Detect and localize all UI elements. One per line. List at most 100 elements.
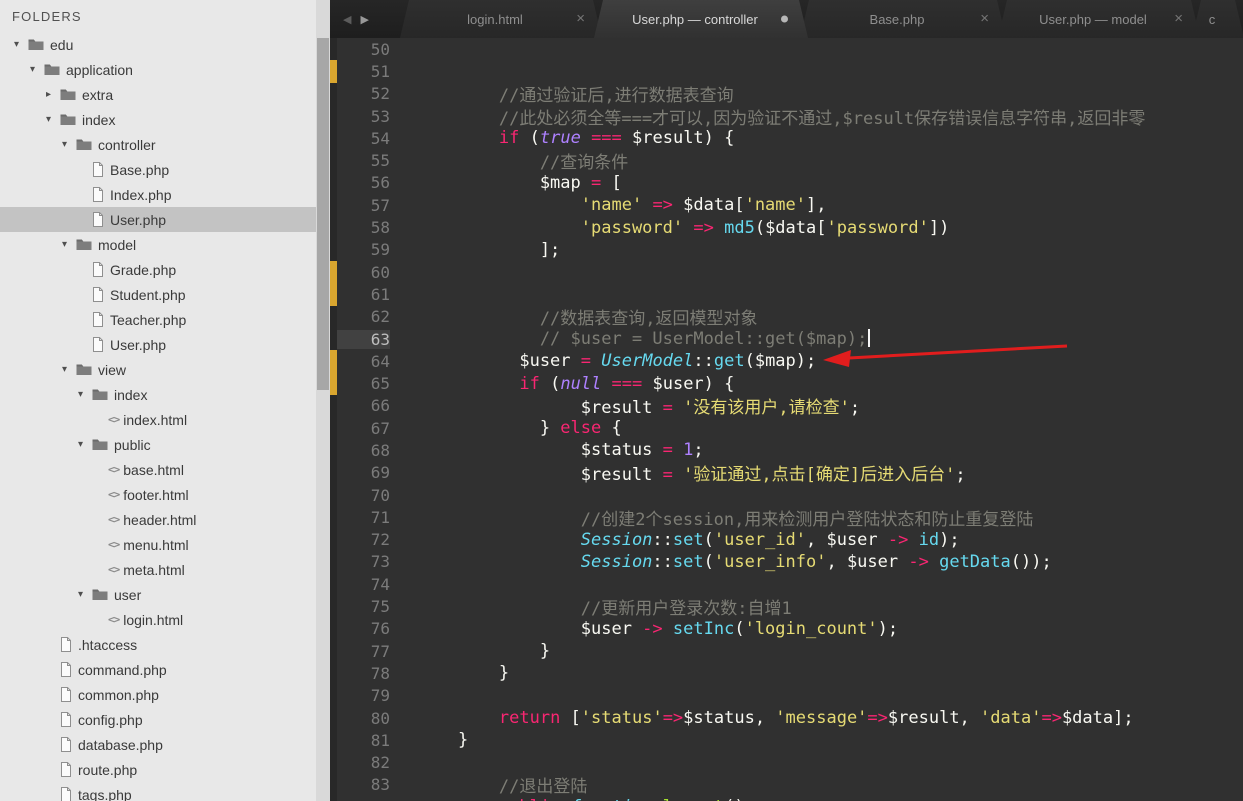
chevron-down-icon[interactable]: ▾ — [30, 64, 44, 75]
tree-item-application[interactable]: ▾application — [0, 57, 316, 82]
code-line-66[interactable]: 66 $result = '没有该用户,请检查'; — [330, 395, 1243, 417]
code-line-81[interactable]: 81 } — [330, 729, 1243, 751]
line-number[interactable]: 79 — [337, 686, 390, 705]
tree-item-index[interactable]: ▾index — [0, 382, 316, 407]
tree-item-route-php[interactable]: route.php — [0, 757, 316, 782]
tree-item-login-html[interactable]: <>login.html — [0, 607, 316, 632]
close-icon[interactable]: × — [1174, 11, 1183, 26]
code-line-56[interactable]: 56 $map = [ — [330, 172, 1243, 194]
code-line-58[interactable]: 58 'password' => md5($data['password']) — [330, 216, 1243, 238]
code-line-60[interactable]: 60 — [330, 261, 1243, 283]
code-line-75[interactable]: 75 //更新用户登录次数:自增1 — [330, 595, 1243, 617]
tree-item-index-html[interactable]: <>index.html — [0, 407, 316, 432]
code-line-68[interactable]: 68 $status = 1; — [330, 439, 1243, 461]
tree-item-edu[interactable]: ▾edu — [0, 32, 316, 57]
line-number[interactable]: 65 — [337, 374, 390, 393]
code-line-78[interactable]: 78 } — [330, 662, 1243, 684]
tree-item-meta-html[interactable]: <>meta.html — [0, 557, 316, 582]
code-line-70[interactable]: 70 — [330, 484, 1243, 506]
line-number[interactable]: 50 — [337, 40, 390, 59]
chevron-down-icon[interactable]: ▾ — [62, 239, 76, 250]
tab-c[interactable]: c — [1192, 0, 1243, 38]
tree-item-user[interactable]: ▾user — [0, 582, 316, 607]
line-number[interactable]: 56 — [337, 173, 390, 192]
tree-item-menu-html[interactable]: <>menu.html — [0, 532, 316, 557]
line-number[interactable]: 83 — [337, 775, 390, 794]
line-number[interactable]: 71 — [337, 508, 390, 527]
code-line-54[interactable]: 54 if (true === $result) { — [330, 127, 1243, 149]
tree-item-header-html[interactable]: <>header.html — [0, 507, 316, 532]
line-number[interactable]: 63 — [337, 330, 390, 349]
line-number[interactable]: 82 — [337, 753, 390, 772]
back-arrow-icon[interactable]: ◀ — [343, 13, 351, 26]
code-area[interactable]: 505152 //通过验证后,进行数据表查询53 //此处必须全等===才可以,… — [330, 38, 1243, 801]
code-line-83[interactable]: 83 //退出登陆 — [330, 774, 1243, 796]
tree-item-model[interactable]: ▾model — [0, 232, 316, 257]
tab-login-html[interactable]: login.html× — [400, 0, 602, 38]
code-line-79[interactable]: 79 — [330, 685, 1243, 707]
code-line-84[interactable]: 84 public function logout() — [330, 796, 1243, 801]
line-number[interactable]: 52 — [337, 84, 390, 103]
close-icon[interactable]: × — [576, 11, 585, 26]
line-number[interactable]: 59 — [337, 240, 390, 259]
tree-item-controller[interactable]: ▾controller — [0, 132, 316, 157]
code-line-72[interactable]: 72 Session::set('user_id', $user -> id); — [330, 529, 1243, 551]
tree-item-common-php[interactable]: common.php — [0, 682, 316, 707]
close-icon[interactable]: × — [980, 11, 989, 26]
forward-arrow-icon[interactable]: ▶ — [360, 13, 368, 26]
tree-item-htaccess[interactable]: .htaccess — [0, 632, 316, 657]
chevron-right-icon[interactable]: ▸ — [46, 89, 60, 100]
code-line-55[interactable]: 55 //查询条件 — [330, 149, 1243, 171]
code-line-63[interactable]: 63 // $user = UserModel::get($map); — [330, 328, 1243, 350]
code-line-82[interactable]: 82 — [330, 752, 1243, 774]
code-line-57[interactable]: 57 'name' => $data['name'], — [330, 194, 1243, 216]
chevron-down-icon[interactable]: ▾ — [78, 439, 92, 450]
chevron-down-icon[interactable]: ▾ — [46, 114, 60, 125]
line-number[interactable]: 51 — [337, 62, 390, 81]
code-line-61[interactable]: 61 — [330, 283, 1243, 305]
tree-item-extra[interactable]: ▸extra — [0, 82, 316, 107]
line-number[interactable]: 64 — [337, 352, 390, 371]
tab-user-php-model[interactable]: User.php — model× — [998, 0, 1200, 38]
chevron-down-icon[interactable]: ▾ — [62, 364, 76, 375]
line-number[interactable]: 74 — [337, 575, 390, 594]
tree-item-index[interactable]: ▾index — [0, 107, 316, 132]
code-line-52[interactable]: 52 //通过验证后,进行数据表查询 — [330, 83, 1243, 105]
tab-base-php[interactable]: Base.php× — [800, 0, 1006, 38]
tree-item-base-html[interactable]: <>base.html — [0, 457, 316, 482]
tree-item-tags-php[interactable]: tags.php — [0, 782, 316, 801]
tree-item-index-php[interactable]: Index.php — [0, 182, 316, 207]
code-line-65[interactable]: 65 if (null === $user) { — [330, 372, 1243, 394]
chevron-down-icon[interactable]: ▾ — [62, 139, 76, 150]
tree-item-config-php[interactable]: config.php — [0, 707, 316, 732]
line-number[interactable]: 72 — [337, 530, 390, 549]
tab-user-php-controller[interactable]: User.php — controller — [594, 0, 808, 38]
code-line-64[interactable]: 64 $user = UserModel::get($map); — [330, 350, 1243, 372]
line-number[interactable]: 57 — [337, 196, 390, 215]
chevron-down-icon[interactable]: ▾ — [78, 589, 92, 600]
tree-item-grade-php[interactable]: Grade.php — [0, 257, 316, 282]
line-number[interactable]: 66 — [337, 396, 390, 415]
sidebar-scrollbar[interactable] — [316, 0, 330, 801]
tree-item-base-php[interactable]: Base.php — [0, 157, 316, 182]
line-number[interactable]: 54 — [337, 129, 390, 148]
line-number[interactable]: 80 — [337, 709, 390, 728]
code-line-74[interactable]: 74 — [330, 573, 1243, 595]
code-line-67[interactable]: 67 } else { — [330, 417, 1243, 439]
tree-item-command-php[interactable]: command.php — [0, 657, 316, 682]
line-number[interactable]: 53 — [337, 107, 390, 126]
tree-item-user-php[interactable]: User.php — [0, 207, 316, 232]
code-line-69[interactable]: 69 $result = '验证通过,点击[确定]后进入后台'; — [330, 462, 1243, 484]
line-number[interactable]: 58 — [337, 218, 390, 237]
code-line-50[interactable]: 50 — [330, 38, 1243, 60]
code-line-71[interactable]: 71 //创建2个session,用来检测用户登陆状态和防止重复登陆 — [330, 506, 1243, 528]
code-line-80[interactable]: 80 return ['status'=>$status, 'message'=… — [330, 707, 1243, 729]
chevron-down-icon[interactable]: ▾ — [14, 39, 28, 50]
tree-item-view[interactable]: ▾view — [0, 357, 316, 382]
line-number[interactable]: 76 — [337, 619, 390, 638]
code-line-62[interactable]: 62 //数据表查询,返回模型对象 — [330, 306, 1243, 328]
line-number[interactable]: 60 — [337, 263, 390, 282]
line-number[interactable]: 62 — [337, 307, 390, 326]
tree-item-student-php[interactable]: Student.php — [0, 282, 316, 307]
line-number[interactable]: 73 — [337, 552, 390, 571]
